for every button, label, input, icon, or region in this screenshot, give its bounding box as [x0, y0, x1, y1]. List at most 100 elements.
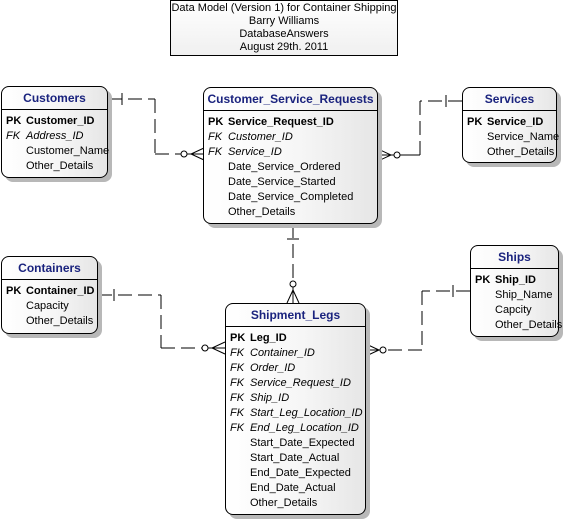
attribute-row: PK Container_ID — [6, 284, 97, 299]
entity-customer-service-requests[interactable]: Customer_Service_Requests PK Service_Requ… — [203, 87, 378, 224]
attribute-list: PK Leg_ID FK Container_ID FK Order_ID FK Servic… — [226, 327, 365, 511]
author-line: Barry Williams — [248, 15, 320, 27]
attribute-row: FK Service_ID — [208, 145, 377, 160]
attribute-row: FK Customer_ID — [208, 130, 377, 145]
attribute-name: Ship_ID — [495, 274, 536, 286]
entity-header: Containers — [2, 257, 97, 280]
attribute-row: Date_Service_Started — [208, 175, 377, 190]
attribute-name: Customer_ID — [228, 131, 293, 143]
zero-marker-icon — [289, 280, 297, 288]
attribute-row: FK Order_ID — [230, 361, 365, 376]
attribute-row: Other_Details — [467, 145, 556, 160]
attribute-row: Service_Name — [467, 130, 560, 145]
attribute-name: Service_Name — [487, 131, 560, 143]
attribute-row: Other_Details — [230, 496, 365, 511]
attribute-row: End_Date_Actual — [230, 481, 365, 496]
attribute-list: PK Ship_ID Ship_Name Capcity Other_Details — [471, 269, 562, 333]
attribute-row: PK Leg_ID — [230, 331, 365, 346]
attribute-row: Other_Details — [208, 205, 377, 220]
attribute-name: Container_ID — [250, 347, 315, 359]
entity-services[interactable]: Services PK Service_ID Service_Name Other_D… — [462, 87, 560, 163]
entity-header: Customers — [2, 87, 107, 110]
attribute-name: Container_ID — [26, 285, 95, 297]
entity-header: Customer_Service_Requests — [204, 88, 377, 111]
entity-shipment-legs[interactable]: Shipment_Legs PK Leg_ID FK Container_ID FK Or… — [225, 303, 366, 515]
fk-key-marker: FK — [230, 392, 245, 404]
attribute-name: Service_ID — [228, 146, 282, 158]
attribute-name: Other_Details — [495, 319, 563, 331]
attribute-name: Ship_Name — [495, 289, 553, 301]
attribute-name: Customer_ID — [26, 115, 95, 127]
pk-key-marker: PK — [230, 332, 246, 344]
attribute-name: End_Date_Actual — [250, 482, 336, 494]
attribute-row: FK Service_Request_ID — [230, 376, 365, 391]
attribute-name: Leg_ID — [250, 332, 287, 344]
attribute-row: Other_Details — [475, 318, 562, 333]
entity-header: Ships — [471, 246, 558, 269]
attribute-list: PK Service_ID Service_Name Other_Details — [463, 111, 560, 160]
attribute-name: Other_Details — [26, 160, 94, 172]
attribute-row: Capcity — [475, 303, 558, 318]
attribute-name: Date_Service_Completed — [228, 191, 354, 203]
attribute-row: Ship_Name — [475, 288, 558, 303]
zero-marker-icon — [379, 346, 387, 354]
attribute-row: PK Service_Request_ID — [208, 115, 377, 130]
entity-ships[interactable]: Ships PK Ship_ID Ship_Name Capcity Other_Det… — [470, 245, 562, 337]
attribute-name: End_Leg_Location_ID — [250, 422, 359, 434]
attribute-row: Date_Service_Ordered — [208, 160, 377, 175]
fk-key-marker: FK — [208, 146, 223, 158]
attribute-name: Capcity — [495, 304, 532, 316]
title-line: Data Model (Version 1) for Container Shi… — [171, 2, 397, 14]
zero-marker-icon — [180, 150, 188, 158]
attribute-row: FK Ship_ID — [230, 391, 365, 406]
fk-key-marker: FK — [230, 422, 245, 434]
pk-key-marker: PK — [208, 116, 224, 128]
attribute-name: Other_Details — [250, 497, 318, 509]
publisher-line: DatabaseAnswers — [239, 28, 329, 40]
attribute-name: Start_Date_Actual — [250, 452, 340, 464]
attribute-name: Customer_Name — [26, 145, 110, 157]
attribute-row: PK Customer_ID — [6, 114, 107, 129]
attribute-name: Capacity — [26, 300, 69, 312]
attribute-name: Service_Request_ID — [250, 377, 351, 389]
attribute-name: Service_ID — [487, 116, 544, 128]
zero-marker-icon — [201, 344, 209, 352]
attribute-row: PK Service_ID — [467, 115, 556, 130]
diagram-title-block: Data Model (Version 1) for Container Shi… — [170, 0, 398, 56]
attribute-name: Other_Details — [228, 206, 296, 218]
relationship-services-csr — [377, 95, 462, 162]
attribute-row: Start_Date_Actual — [230, 451, 365, 466]
entity-header: Shipment_Legs — [226, 304, 365, 327]
attribute-name: Other_Details — [26, 315, 94, 327]
entity-customers[interactable]: Customers PK Customer_ID FK Address_ID Custo… — [1, 86, 110, 178]
entity-containers[interactable]: Containers PK Container_ID Capacity Other_D… — [1, 256, 98, 334]
relationship-csr-shipment-legs — [286, 224, 300, 304]
attribute-list: PK Container_ID Capacity Other_Details — [2, 280, 97, 329]
entity-header: Services — [463, 88, 556, 111]
attribute-row: FK Address_ID — [6, 129, 107, 144]
attribute-row: Capacity — [6, 299, 97, 314]
attribute-row: End_Date_Expected — [230, 466, 365, 481]
attribute-name: Address_ID — [26, 130, 84, 142]
relationship-ships-shipment-legs — [365, 285, 470, 357]
attribute-list: PK Service_Request_ID FK Customer_ID FK Servi… — [204, 111, 377, 220]
attribute-row: Customer_Name — [6, 144, 110, 159]
zero-marker-icon — [393, 151, 401, 159]
attribute-name: Order_ID — [250, 362, 296, 374]
attribute-row: PK Ship_ID — [475, 273, 558, 288]
fk-key-marker: FK — [230, 407, 245, 419]
attribute-row: Other_Details — [6, 159, 107, 174]
attribute-row: FK End_Leg_Location_ID — [230, 421, 365, 436]
pk-key-marker: PK — [467, 116, 483, 128]
fk-key-marker: FK — [6, 130, 21, 142]
fk-key-marker: FK — [230, 347, 245, 359]
date-line: August 29th. 2011 — [239, 41, 329, 53]
attribute-row: FK Container_ID — [230, 346, 365, 361]
attribute-row: FK Start_Leg_Location_ID — [230, 406, 365, 421]
fk-key-marker: FK — [208, 131, 223, 143]
attribute-row: Date_Service_Completed — [208, 190, 377, 205]
relationship-customers-csr — [108, 93, 205, 161]
pk-key-marker: PK — [6, 285, 22, 297]
attribute-name: Service_Request_ID — [228, 116, 334, 128]
pk-key-marker: PK — [475, 274, 491, 286]
